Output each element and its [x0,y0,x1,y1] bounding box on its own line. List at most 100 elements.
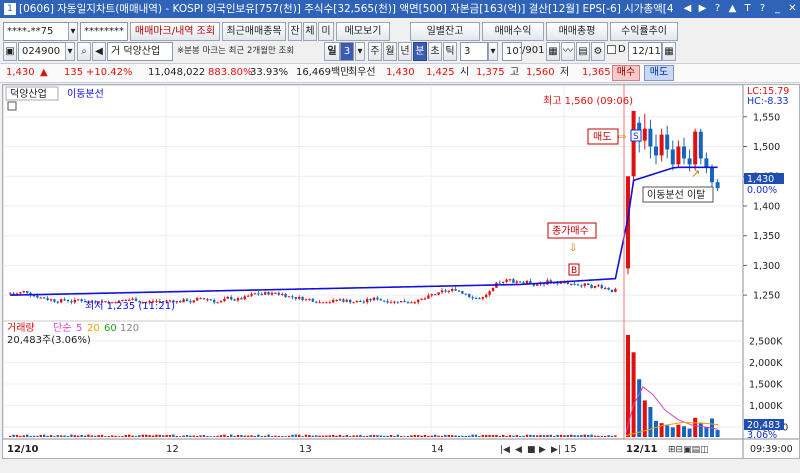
sell-button[interactable]: 매도 [644,65,674,81]
gear-icon[interactable]: ⚙ [591,42,605,61]
daily-balance-button[interactable]: 일별잔고 [410,22,480,41]
volume-bar [393,436,396,437]
volume-bar [9,435,12,437]
break-arrow-icon: ↗ [691,167,700,180]
candle-body [614,288,617,292]
calendar-icon[interactable]: ▦ [662,42,676,61]
scroll-forward-icon[interactable]: ▶ [539,445,546,455]
price-axis: 1,5501,5001,4501,4001,3501,3001,250 [743,112,780,302]
stock-code-input[interactable]: 024900 [18,42,66,61]
next-icon[interactable]: ▶ [697,0,708,18]
candle-body [131,298,134,300]
volume-bar [151,435,155,437]
tick-dropdown-icon[interactable]: ▾ [488,42,498,61]
scroll-controls[interactable]: |◀ ◀ ■ ▶ ▶| ⊞⊟▣▤◫ [500,445,709,455]
account-dropdown-icon[interactable]: ▾ [68,22,78,41]
volume-bar [406,436,410,437]
panel-toggle-icon[interactable] [7,101,17,111]
candle-body [508,279,512,281]
volume-ma4: 120 [120,323,139,334]
trade-mark-query-button[interactable]: 매매마크/내역 조회 [130,22,220,41]
volume-bar [318,435,321,437]
table-icon[interactable]: ▤ [576,42,590,61]
price-tick-label: 1,550 [753,112,780,123]
price-chart[interactable]: 덕양산업 이동분선 최고 1,560 (09:06) 최저 1,235 (11:… [3,85,799,458]
zigzag-icon[interactable]: 〰 [561,42,575,61]
volume-bar [362,436,365,437]
password-input[interactable]: ******** [80,22,128,41]
return-trend-button[interactable]: 수익률추이 [610,22,678,41]
stock-flag: 거 [111,46,121,57]
memo-view-button[interactable]: 메모보기 [336,22,390,41]
candle-body [56,301,59,303]
period-year-button[interactable]: 년 [398,42,412,61]
balance-button[interactable]: 잔 [288,22,302,41]
account-input[interactable]: ****-**75 [3,22,69,41]
x-label-1210: 12/10 [7,444,39,455]
scroll-start-icon[interactable]: |◀ [500,445,510,455]
text-icon[interactable]: T [742,0,753,18]
settings-icon[interactable]: ▣ [3,42,17,61]
executed-button[interactable]: 체 [303,22,317,41]
x-label-1211: 12/11 [626,444,658,455]
code-dropdown-icon[interactable]: ▾ [65,42,75,61]
volume-bar [654,420,658,437]
period-dropdown-icon[interactable]: ▾ [355,42,365,61]
volume-bar [94,435,97,437]
help-icon[interactable]: ? [712,0,723,18]
recent-trades-button[interactable]: 최근매매종목 [222,22,286,41]
candle-body [291,296,294,298]
volume-bar [383,435,386,437]
candle-body [12,293,15,295]
prev-icon[interactable]: ◀ [682,0,693,18]
volume-bar [556,434,559,437]
period-month-button[interactable]: 월 [383,42,397,61]
stop-icon[interactable]: ■ [527,445,536,455]
volume-bar [100,434,104,437]
speaker-icon[interactable]: ◀ [92,42,106,61]
buy-button[interactable]: 매수 [612,65,640,81]
trade-review-button[interactable]: 매매총평 [546,22,608,41]
volume-bar [138,435,141,437]
volume-bar [141,434,144,437]
period-second-button[interactable]: 초 [428,42,442,61]
period-value-input[interactable]: 3 [340,42,354,61]
volume-tick-label: 2,000K [749,358,783,369]
candle-body [63,299,66,301]
count-input[interactable]: 107 [502,42,522,61]
up-icon[interactable]: ▲ [727,0,738,18]
chart-panel[interactable]: 덕양산업 이동분선 최고 1,560 (09:06) 최저 1,235 (11:… [2,84,800,459]
scroll-back-icon[interactable]: ◀ [515,445,522,455]
volume-bar [427,435,430,437]
period-day-button[interactable]: 일 [324,42,340,61]
sell-arrow-icon: ⇨ [618,132,626,143]
sell-callout: 매도 [593,131,611,143]
volume-bar [372,434,376,437]
search-icon[interactable]: ⌕ [77,42,91,61]
candle-body [481,297,484,299]
volume-bar [369,435,372,437]
candle-body [287,296,291,298]
date-input[interactable]: 12/11 [628,42,662,61]
period-tick-button[interactable]: 틱 [443,42,457,61]
candle-body [335,299,338,301]
date-checkbox[interactable] [607,45,616,54]
grid-icon[interactable]: ▦ [546,42,560,61]
minimize-icon[interactable]: _ [772,0,783,18]
zoom-icons[interactable]: ⊞⊟▣▤◫ [668,445,709,455]
best-ask-label: 최우선 [348,67,376,78]
candle-body [610,289,614,292]
candle-body [175,301,178,303]
question-icon[interactable]: ? [757,0,768,18]
candle-body [179,301,182,303]
volume-bar [687,428,692,437]
trade-profit-button[interactable]: 매매수익 [482,22,544,41]
candle-body [654,146,658,156]
period-week-button[interactable]: 주 [368,42,382,61]
scroll-end-icon[interactable]: ▶| [551,445,561,455]
candle-body [573,283,576,285]
period-minute-button[interactable]: 분 [413,42,427,61]
tick-value-input[interactable]: 3 [460,42,488,61]
close-icon[interactable]: ✕ [787,0,798,18]
unfilled-button[interactable]: 미 [318,22,334,41]
